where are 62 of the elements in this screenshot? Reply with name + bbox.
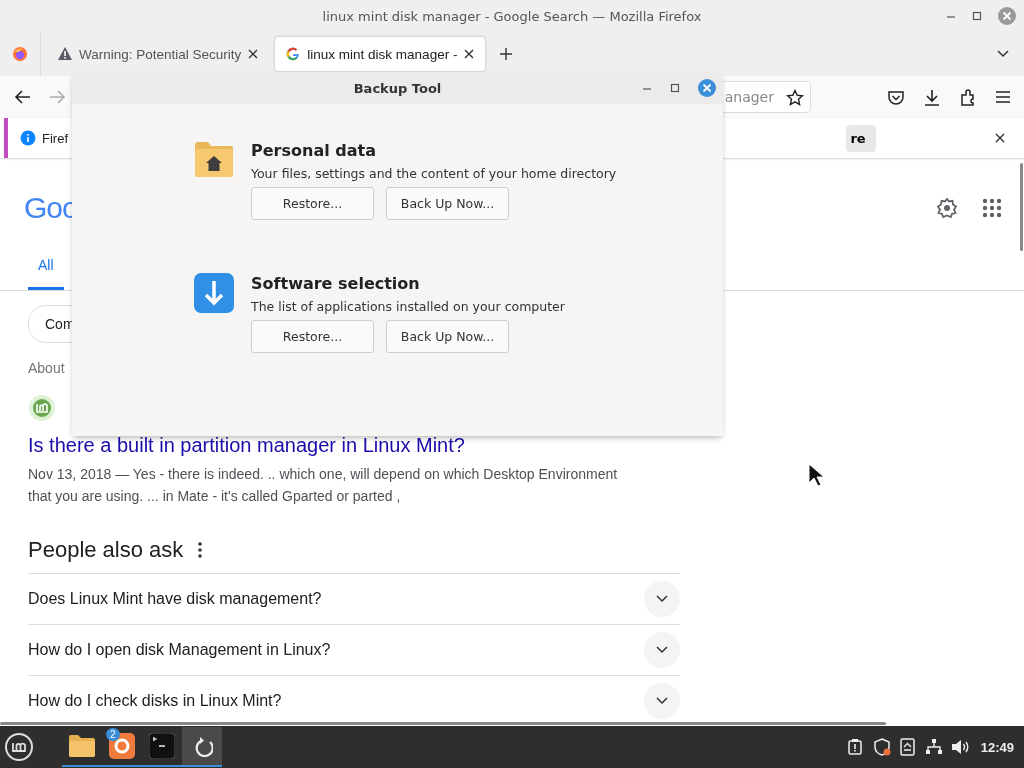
mouse-pointer-icon [808,463,825,487]
download-icon[interactable] [923,88,941,106]
close-icon[interactable] [247,48,260,60]
question-row[interactable]: How do I open disk Management in Linux? [28,625,680,676]
pocket-icon[interactable] [887,89,905,105]
warning-icon [57,46,73,62]
search-tab[interactable]: All [28,257,64,290]
question-row[interactable]: Does Linux Mint have disk management? [28,574,680,625]
browser-tab[interactable]: Warning: Potential Security [47,37,270,71]
scrollbar-thumb[interactable] [0,722,886,725]
tab-label: Warning: Potential Security [79,46,242,62]
address-text: anager [724,89,774,105]
notification-text: Firef [42,130,68,146]
shield-icon[interactable] [872,738,891,756]
clipboard-icon[interactable] [846,738,865,756]
expand-button[interactable] [644,683,680,719]
result-snippet: Nov 13, 2018 — Yes - there is indeed. .. which one, will depend on which Desktop Environment that you are using. ... in Mate - it's called Gparted or parted , [28,465,619,506]
volume-icon[interactable] [950,738,969,756]
info-icon [20,130,36,146]
section-title: Software selection [251,274,421,293]
backup-button[interactable]: Back Up Now... [386,187,509,220]
firefox-icon[interactable] [12,46,28,62]
back-icon[interactable] [14,89,32,105]
star-icon[interactable] [786,88,804,106]
home-folder-icon [193,139,235,179]
tab-label: linux mint disk manager - [307,46,458,62]
section-description: Your files, settings and the content of your home directory [251,166,617,181]
window-title: linux mint disk manager - Google Search — Mozilla Firefox [322,8,702,24]
extensions-icon[interactable] [959,88,976,106]
close-icon[interactable] [994,132,1006,144]
menu-icon[interactable] [994,88,1012,106]
maximize-icon[interactable] [972,11,982,21]
close-icon[interactable] [463,48,476,60]
dialog-title: Backup Tool [353,80,442,96]
notification-button[interactable]: re [846,124,876,152]
section-title: Personal data [251,141,377,160]
taskbar-button[interactable] [182,727,222,767]
apps-grid-icon[interactable] [982,198,1002,218]
site-favicon-icon [28,394,56,422]
restore-button[interactable]: Restore... [251,320,374,353]
menu-logo-icon[interactable] [4,732,34,762]
more-options-icon[interactable] [197,541,204,559]
result-link[interactable]: Is there a built in partition manager in Linux Mint? [28,434,465,457]
network-icon[interactable] [924,738,943,756]
backup-button[interactable]: Back Up Now... [386,320,509,353]
section-description: The list of applications installed on your computer [251,299,565,314]
scrollbar-thumb[interactable] [1020,163,1023,251]
count-badge: 2 [106,728,120,741]
new-tab-icon[interactable] [499,47,514,61]
expand-button[interactable] [644,632,680,668]
folder-icon [68,733,96,759]
terminal-icon [149,733,175,759]
clock[interactable]: 12:49 [980,739,1014,755]
settings-icon[interactable] [936,197,958,219]
browser-tab[interactable]: linux mint disk manager - [275,37,486,71]
google-icon [285,46,302,62]
expand-button[interactable] [644,581,680,617]
restore-button[interactable]: Restore... [251,187,374,220]
result-count: About [28,360,66,376]
section-heading: People also ask [28,537,184,563]
update-icon[interactable] [898,738,917,756]
maximize-icon[interactable] [670,83,680,93]
